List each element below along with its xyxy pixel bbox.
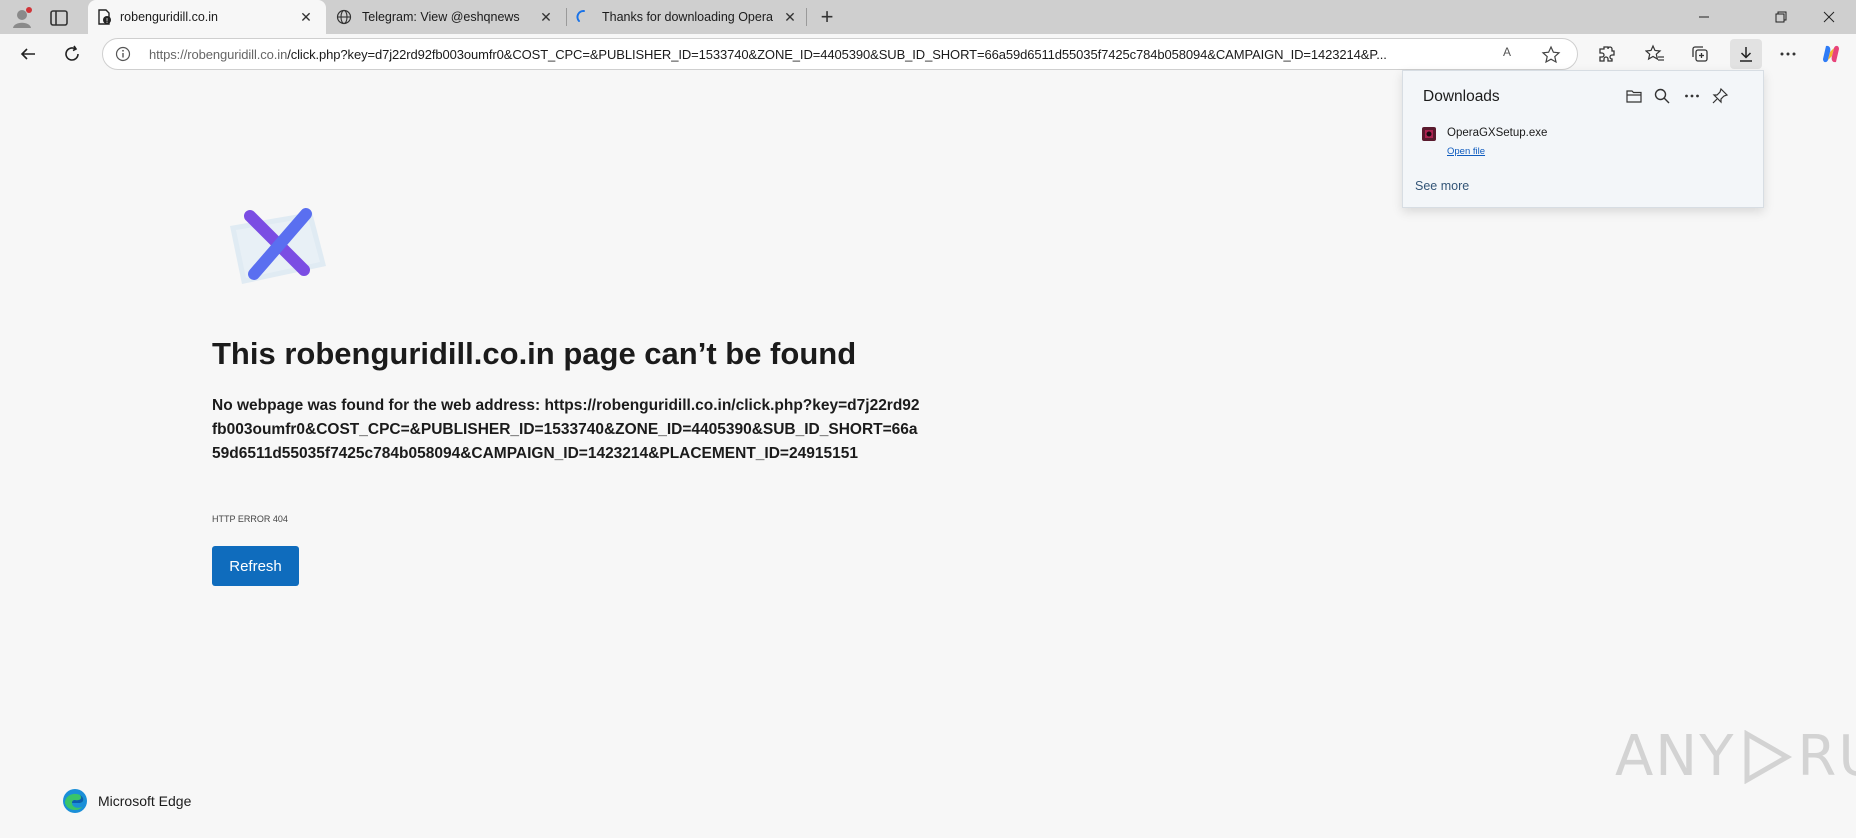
close-tab-icon[interactable]: ✕ bbox=[782, 9, 798, 25]
watermark-left: ANY bbox=[1615, 724, 1736, 789]
edge-brand-name: Microsoft Edge bbox=[98, 793, 192, 809]
watermark-right: RUN bbox=[1797, 724, 1856, 789]
edge-logo-icon bbox=[62, 788, 88, 814]
error-description: No webpage was found for the web address… bbox=[212, 394, 922, 466]
extensions-icon[interactable] bbox=[1594, 41, 1620, 67]
more-options-icon[interactable] bbox=[1681, 85, 1703, 107]
download-filename[interactable]: OperaGXSetup.exe bbox=[1447, 127, 1547, 139]
url-text: https://robenguridill.co.in/click.php?ke… bbox=[149, 47, 1387, 62]
new-tab-icon[interactable]: + bbox=[815, 4, 839, 29]
tab-title: Thanks for downloading Opera bbox=[602, 10, 773, 24]
close-tab-icon[interactable]: ✕ bbox=[298, 9, 314, 25]
site-info-icon[interactable] bbox=[115, 46, 131, 62]
tab-opera-download[interactable]: Thanks for downloading Opera ✕ bbox=[570, 0, 806, 34]
tab-separator bbox=[566, 8, 567, 26]
svg-text:!: ! bbox=[106, 17, 109, 25]
tab-title: robenguridill.co.in bbox=[120, 10, 218, 24]
search-icon[interactable] bbox=[1651, 85, 1673, 107]
warning-page-icon: ! bbox=[96, 9, 112, 25]
see-more-link[interactable]: See more bbox=[1415, 179, 1469, 193]
edge-branding: Microsoft Edge bbox=[62, 788, 191, 814]
tab-telegram[interactable]: Telegram: View @eshqnews ✕ bbox=[330, 0, 562, 34]
refresh-button[interactable]: Refresh bbox=[212, 546, 299, 586]
browser-toolbar: https://robenguridill.co.in/click.php?ke… bbox=[0, 34, 1856, 74]
minimize-icon[interactable] bbox=[1681, 0, 1727, 34]
loading-spinner-icon bbox=[576, 9, 592, 25]
open-file-link[interactable]: Open file bbox=[1447, 146, 1485, 157]
exe-file-icon bbox=[1421, 126, 1437, 142]
downloads-flyout: Downloads OperaGXSetup.exe Open file See… bbox=[1402, 70, 1764, 208]
tab-title: Telegram: View @eshqnews bbox=[362, 10, 520, 24]
reload-icon[interactable] bbox=[58, 40, 86, 68]
tab-robenguridill[interactable]: ! robenguridill.co.in ✕ bbox=[88, 0, 326, 34]
tab-separator bbox=[806, 8, 807, 26]
favorites-icon[interactable] bbox=[1642, 41, 1668, 67]
more-options-icon[interactable] bbox=[1775, 41, 1801, 67]
address-bar[interactable]: https://robenguridill.co.in/click.php?ke… bbox=[102, 38, 1578, 70]
copilot-icon[interactable] bbox=[1818, 41, 1844, 67]
back-arrow-icon[interactable] bbox=[14, 40, 42, 68]
tab-strip: ! robenguridill.co.in ✕ Telegram: View @… bbox=[0, 0, 1856, 34]
favorite-star-icon[interactable] bbox=[1541, 45, 1561, 65]
read-aloud-icon[interactable]: A bbox=[1503, 45, 1523, 65]
play-triangle-icon bbox=[1739, 729, 1793, 784]
close-tab-icon[interactable]: ✕ bbox=[538, 9, 554, 25]
open-folder-icon[interactable] bbox=[1623, 85, 1645, 107]
error-description-lead: No webpage was found for the web address… bbox=[212, 397, 541, 414]
globe-icon bbox=[336, 9, 352, 25]
tab-actions-icon[interactable] bbox=[48, 7, 70, 29]
error-code: HTTP ERROR 404 bbox=[212, 514, 288, 524]
pin-icon[interactable] bbox=[1709, 85, 1731, 107]
downloads-icon[interactable] bbox=[1730, 39, 1762, 69]
downloads-title: Downloads bbox=[1423, 88, 1500, 105]
profile-icon[interactable] bbox=[10, 6, 34, 30]
restore-icon[interactable] bbox=[1758, 0, 1804, 34]
error-title: This robenguridill.co.in page can’t be f… bbox=[212, 336, 857, 371]
error-illustration-icon bbox=[222, 204, 330, 288]
close-window-icon[interactable] bbox=[1806, 0, 1852, 34]
anyrun-watermark: ANY RUN bbox=[1615, 724, 1856, 789]
collections-icon[interactable] bbox=[1687, 41, 1713, 67]
